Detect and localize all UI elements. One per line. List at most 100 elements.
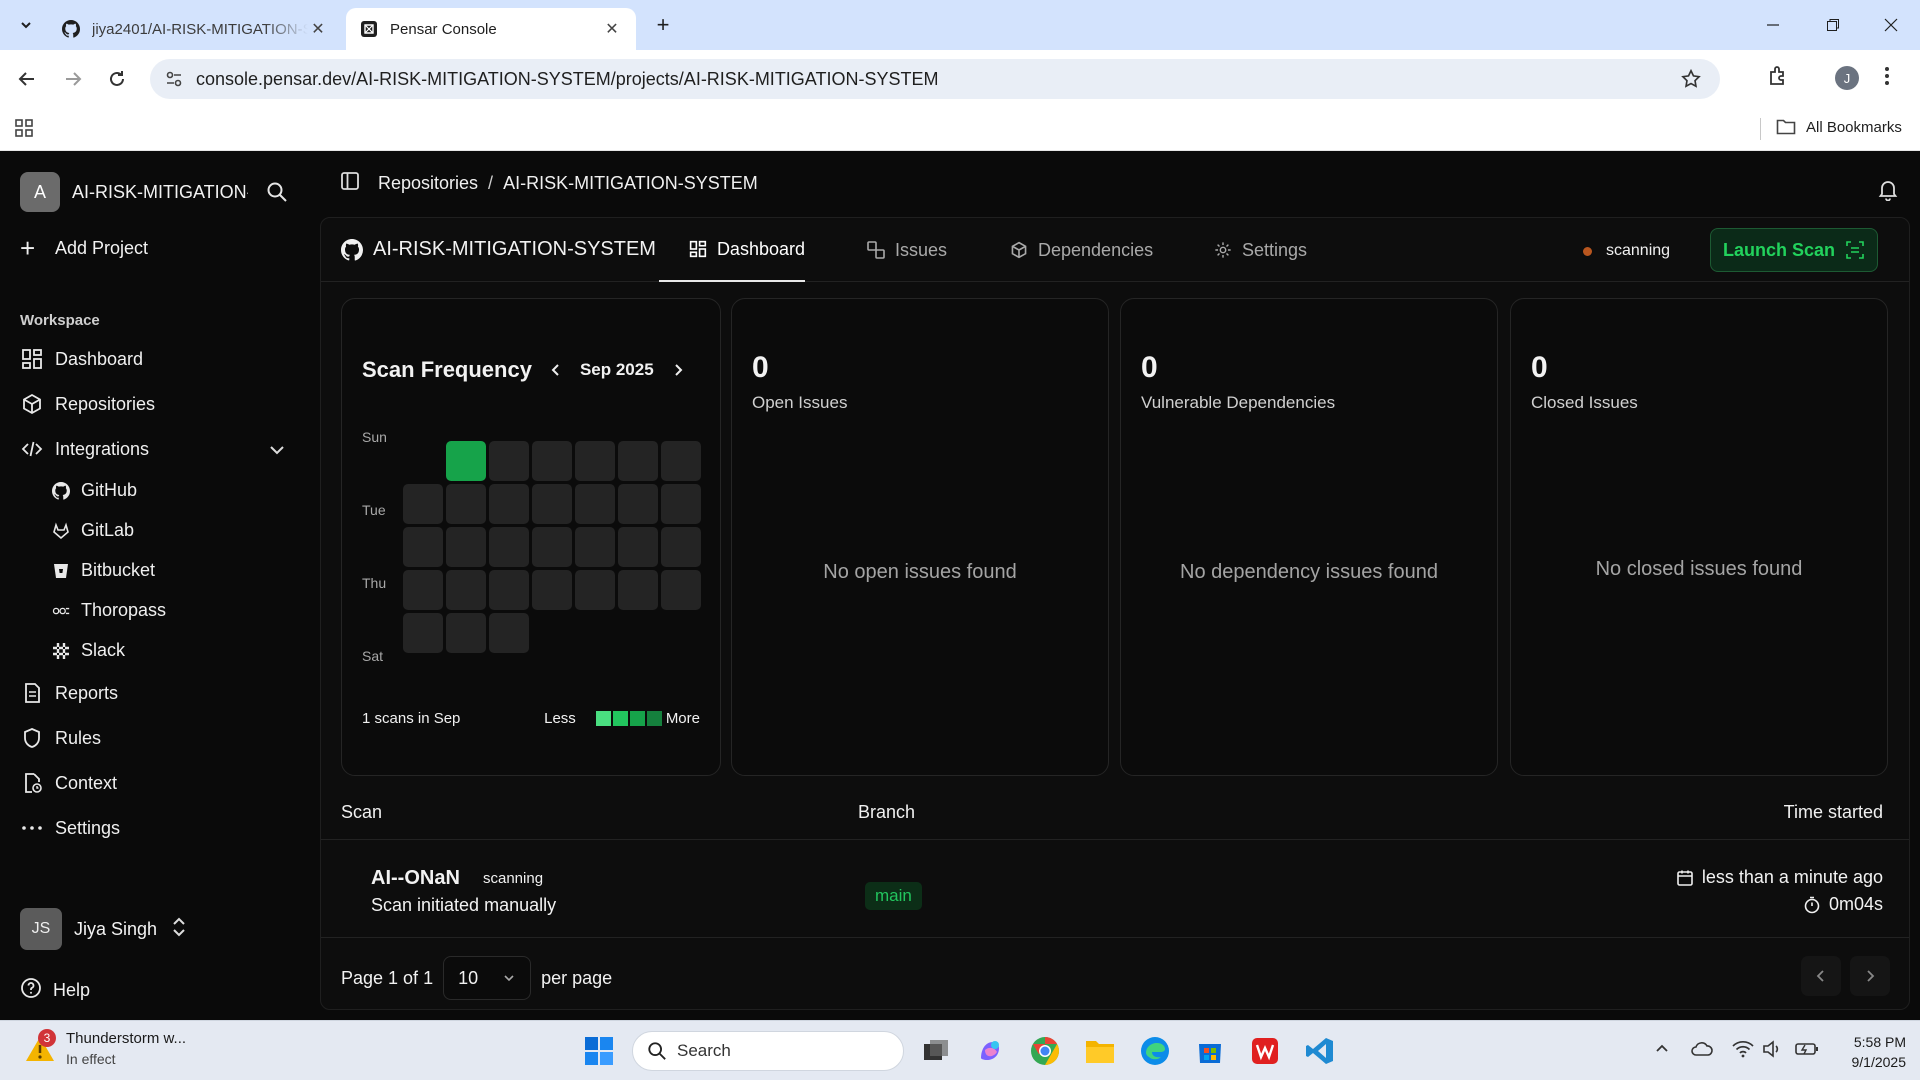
profile-avatar[interactable]: J <box>1835 66 1859 90</box>
copilot-icon[interactable] <box>972 1033 1008 1069</box>
tab-dependencies[interactable]: Dependencies <box>1010 218 1153 282</box>
task-view-icon[interactable] <box>918 1033 954 1069</box>
calendar-day-10[interactable] <box>532 484 572 524</box>
sidebar-item-slack[interactable]: Slack <box>52 640 125 661</box>
table-row[interactable]: AI--ONaN scanning Scan initiated manuall… <box>321 840 1909 938</box>
windows-start-button[interactable] <box>584 1036 614 1071</box>
sidebar-item-dashboard[interactable]: Dashboard <box>20 347 143 371</box>
calendar-day-6[interactable] <box>661 441 701 481</box>
back-button[interactable] <box>12 64 42 94</box>
project-switcher[interactable]: A AI-RISK-MITIGATION-SYSTEM <box>20 172 248 212</box>
sidebar-item-bitbucket[interactable]: Bitbucket <box>52 560 155 581</box>
calendar-day-27[interactable] <box>661 570 701 610</box>
sidebar-item-repositories[interactable]: Repositories <box>20 392 155 416</box>
sidebar-item-github[interactable]: GitHub <box>52 480 137 501</box>
calendar-day-17[interactable] <box>532 527 572 567</box>
address-bar[interactable]: console.pensar.dev/AI-RISK-MITIGATION-SY… <box>150 59 1720 99</box>
volume-icon[interactable] <box>1762 1040 1784 1063</box>
chevron-down-icon[interactable] <box>268 441 286 464</box>
edge-icon[interactable] <box>1137 1033 1173 1069</box>
tab-search-button[interactable] <box>12 11 40 39</box>
sidebar-item-rules[interactable]: Rules <box>20 726 101 750</box>
wps-office-icon[interactable] <box>1247 1033 1283 1069</box>
calendar-day-1[interactable] <box>446 441 486 481</box>
calendar-day-15[interactable] <box>446 527 486 567</box>
calendar-day-9[interactable] <box>489 484 529 524</box>
wifi-icon[interactable] <box>1732 1040 1754 1063</box>
calendar-day-18[interactable] <box>575 527 615 567</box>
extensions-icon[interactable] <box>1766 64 1790 93</box>
sidebar-item-settings[interactable]: Settings <box>20 816 120 840</box>
calendar-day-11[interactable] <box>575 484 615 524</box>
calendar-day-14[interactable] <box>403 527 443 567</box>
microsoft-store-icon[interactable] <box>1192 1033 1228 1069</box>
tab-issues[interactable]: Issues <box>867 218 947 282</box>
sidebar-toggle-icon[interactable] <box>340 171 360 196</box>
onedrive-icon[interactable] <box>1690 1040 1714 1063</box>
forward-button[interactable] <box>58 64 88 94</box>
launch-scan-button[interactable]: Launch Scan <box>1710 228 1878 272</box>
calendar-day-2[interactable] <box>489 441 529 481</box>
minimize-button[interactable] <box>1744 0 1802 50</box>
battery-icon[interactable] <box>1794 1040 1820 1063</box>
sidebar-item-context[interactable]: Context <box>20 771 117 795</box>
calendar-day-23[interactable] <box>489 570 529 610</box>
sidebar-item-thoropass[interactable]: Thoropass <box>52 600 166 621</box>
calendar-day-20[interactable] <box>661 527 701 567</box>
search-icon[interactable] <box>266 181 288 208</box>
chevron-up-icon[interactable] <box>1654 1040 1670 1061</box>
chrome-icon[interactable] <box>1027 1033 1063 1069</box>
next-page-button[interactable] <box>1850 956 1890 996</box>
sidebar-item-reports[interactable]: Reports <box>20 681 118 705</box>
system-clock[interactable]: 5:58 PM 9/1/2025 <box>1836 1032 1907 1072</box>
prev-page-button[interactable] <box>1801 956 1841 996</box>
tab-dashboard[interactable]: Dashboard <box>659 218 805 282</box>
calendar-day-3[interactable] <box>532 441 572 481</box>
user-menu[interactable]: JS Jiya Singh <box>20 908 187 950</box>
calendar-day-13[interactable] <box>661 484 701 524</box>
new-tab-button[interactable]: + <box>650 12 676 38</box>
close-icon[interactable]: ✕ <box>308 19 328 39</box>
close-icon[interactable]: ✕ <box>602 19 622 39</box>
add-project-button[interactable]: + Add Project <box>20 235 148 261</box>
all-bookmarks-button[interactable]: All Bookmarks <box>1776 118 1902 136</box>
scan-id[interactable]: AI--ONaN <box>371 867 460 890</box>
help-button[interactable]: Help <box>20 977 90 1004</box>
calendar-day-19[interactable] <box>618 527 658 567</box>
calendar-day-25[interactable] <box>575 570 615 610</box>
bell-icon[interactable] <box>1878 179 1898 206</box>
browser-tab-pensar[interactable]: Pensar Console ✕ <box>346 8 636 50</box>
next-month-button[interactable] <box>668 363 688 377</box>
apps-grid-icon[interactable] <box>14 118 34 143</box>
restore-button[interactable] <box>1804 0 1862 50</box>
bookmark-star-icon[interactable] <box>1680 68 1702 95</box>
reload-button[interactable] <box>102 64 132 94</box>
tab-settings[interactable]: Settings <box>1214 218 1307 282</box>
browser-menu-icon[interactable] <box>1884 64 1890 93</box>
calendar-day-7[interactable] <box>403 484 443 524</box>
calendar-day-30[interactable] <box>489 613 529 653</box>
calendar-day-24[interactable] <box>532 570 572 610</box>
calendar-day-8[interactable] <box>446 484 486 524</box>
calendar-day-22[interactable] <box>446 570 486 610</box>
vscode-icon[interactable] <box>1302 1033 1338 1069</box>
calendar-day-28[interactable] <box>403 613 443 653</box>
calendar-day-5[interactable] <box>618 441 658 481</box>
prev-month-button[interactable] <box>546 363 566 377</box>
calendar-day-26[interactable] <box>618 570 658 610</box>
close-window-button[interactable] <box>1862 0 1920 50</box>
calendar-day-4[interactable] <box>575 441 615 481</box>
breadcrumb-repositories[interactable]: Repositories <box>378 173 478 194</box>
taskbar-search[interactable]: Search <box>632 1031 904 1071</box>
calendar-day-21[interactable] <box>403 570 443 610</box>
calendar-day-16[interactable] <box>489 527 529 567</box>
site-settings-icon[interactable] <box>164 69 184 89</box>
weather-widget[interactable]: 3 Thunderstorm w... In effect <box>22 1029 186 1069</box>
sidebar-item-gitlab[interactable]: GitLab <box>52 520 134 541</box>
browser-tab-github[interactable]: jiya2401/AI-RISK-MITIGATION-SYSTEM ✕ <box>48 8 342 50</box>
file-explorer-icon[interactable] <box>1082 1033 1118 1069</box>
calendar-day-12[interactable] <box>618 484 658 524</box>
sidebar-item-integrations[interactable]: Integrations <box>20 437 149 461</box>
calendar-day-29[interactable] <box>446 613 486 653</box>
per-page-select[interactable]: 10 <box>443 956 532 1000</box>
